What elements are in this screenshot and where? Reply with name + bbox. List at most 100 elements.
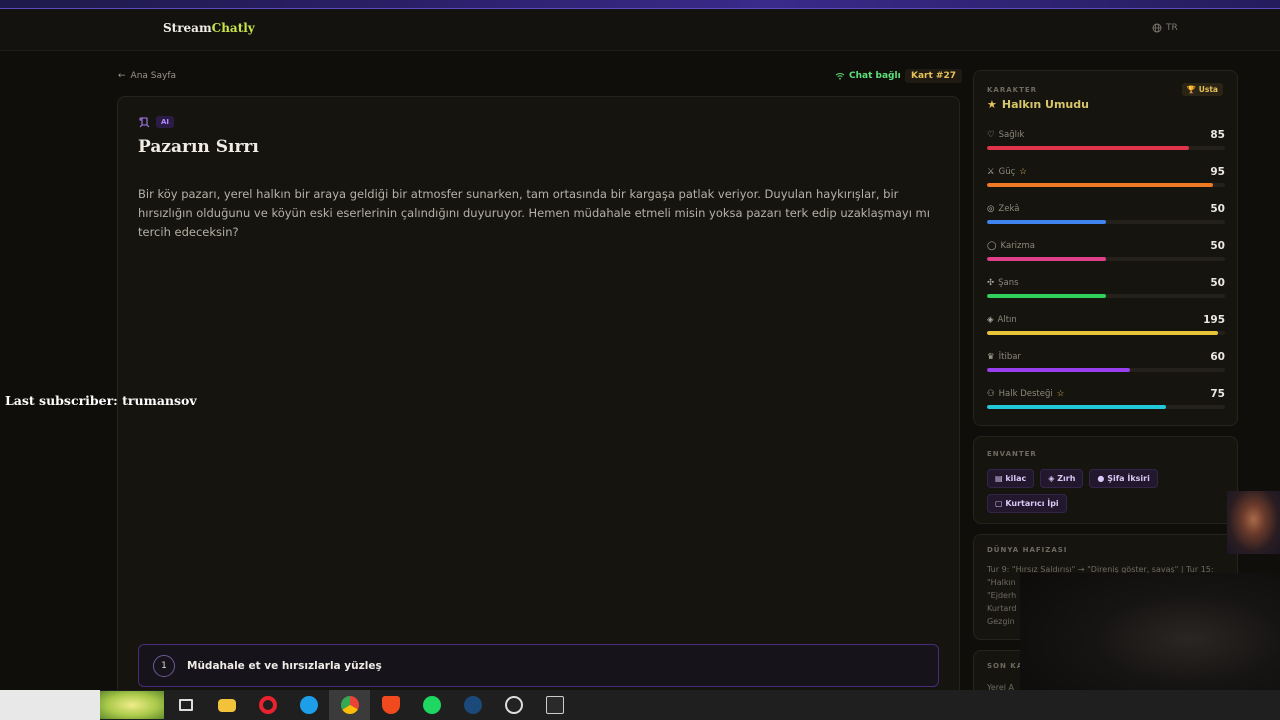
crown-icon: ♛ (987, 352, 995, 362)
chrome-icon[interactable] (329, 690, 370, 720)
brave-icon[interactable] (370, 690, 411, 720)
stat-bar (987, 146, 1225, 150)
ai-tag: AI (156, 116, 175, 128)
stat-bar-fill (987, 183, 1214, 187)
stat-name: ♡ Sağlık (987, 130, 1024, 140)
task-view-icon[interactable] (165, 690, 206, 720)
stat-header: ⚔ Güç ☆ 95 (987, 166, 1225, 178)
scroll-icon (139, 117, 150, 128)
stat-row: ◎ Zekâ 50 (987, 203, 1225, 224)
file-explorer-icon[interactable] (206, 690, 247, 720)
inventory-item[interactable]: ▢ Kurtarıcı İpi (987, 494, 1067, 513)
stat-bar-fill (987, 294, 1106, 298)
stat-value: 85 (1210, 129, 1225, 141)
stat-row: ◈ Altın 195 (987, 314, 1225, 335)
opera-icon[interactable] (247, 690, 288, 720)
star-outline-icon: ☆ (1056, 389, 1065, 399)
stat-bar-fill (987, 331, 1218, 335)
brand-logo[interactable]: StreamChatly (163, 21, 255, 35)
obs-icon[interactable] (493, 690, 534, 720)
stat-header: ✣ Şans 50 (987, 277, 1225, 289)
inventory-item[interactable]: ◈ Zırh (1040, 469, 1084, 488)
stat-bar (987, 294, 1225, 298)
stat-bar (987, 368, 1225, 372)
stat-value: 50 (1210, 240, 1225, 252)
stat-header: ◈ Altın 195 (987, 314, 1225, 326)
stat-row: ✣ Şans 50 (987, 277, 1225, 298)
language-selector[interactable]: TR (1152, 23, 1178, 33)
star-outline-icon: ☆ (1019, 167, 1027, 177)
people-icon: ⚇ (987, 389, 995, 399)
stat-row: ♛ İtibar 60 (987, 351, 1225, 372)
stat-value: 60 (1210, 351, 1225, 363)
stat-name: ⚇ Halk Desteği ☆ (987, 389, 1064, 399)
skype-icon[interactable] (288, 690, 329, 720)
stat-bar (987, 183, 1225, 187)
last-subscriber-overlay: Last subscriber: trumansov (5, 393, 197, 408)
stat-value: 50 (1210, 203, 1225, 215)
trophy-icon: 🏆 (1186, 85, 1197, 94)
inventory-section-title: ENVANTER (987, 450, 1037, 458)
steam-icon[interactable] (452, 690, 493, 720)
taskbar (0, 690, 1280, 720)
item-icon: ▤ (995, 474, 1006, 483)
chat-status-label: Chat bağlı (849, 71, 901, 81)
stat-row: ⚔ Güç ☆ 95 (987, 166, 1225, 187)
back-label: Ana Sayfa (130, 71, 177, 81)
stat-name: ◈ Altın (987, 315, 1017, 325)
character-header: KARAKTER ★ Halkın Umudu (987, 86, 1089, 111)
stat-value: 75 (1210, 388, 1225, 400)
card-number-badge: Kart #27 (905, 69, 962, 83)
story-title: Pazarın Sırrı (138, 137, 259, 157)
sword-icon: ⚔ (987, 167, 995, 177)
stat-bar-fill (987, 405, 1166, 409)
chat-status: Chat bağlı (835, 71, 901, 81)
choice-number: 1 (153, 654, 175, 677)
stat-row: ◯ Karizma 50 (987, 240, 1225, 261)
box-icon: ▢ (995, 499, 1006, 508)
brain-icon: ◎ (987, 204, 995, 214)
stat-header: ♡ Sağlık 85 (987, 129, 1225, 141)
stat-header: ⚇ Halk Desteği ☆ 75 (987, 388, 1225, 400)
stat-row: ⚇ Halk Desteği ☆ 75 (987, 388, 1225, 409)
stat-label: Güç (998, 167, 1016, 177)
stat-bar (987, 331, 1225, 335)
clover-icon: ✣ (987, 278, 995, 288)
pill-icon: ● (1097, 474, 1108, 483)
rank-badge: 🏆 Usta (1181, 83, 1223, 96)
choice-button[interactable]: 1 Müdahale et ve hırsızlarla yüzleş (138, 644, 939, 687)
browser-top-strip (0, 0, 1280, 9)
stat-name: ⚔ Güç ☆ (987, 167, 1027, 177)
language-label: TR (1166, 23, 1178, 33)
inventory-item[interactable]: ● Şifa İksiri (1089, 469, 1158, 488)
stat-bar (987, 257, 1225, 261)
stat-name: ◯ Karizma (987, 241, 1035, 251)
spotify-icon[interactable] (411, 690, 452, 720)
stat-label: Karizma (1000, 241, 1035, 251)
stat-label: Halk Desteği (998, 389, 1053, 399)
stat-header: ◯ Karizma 50 (987, 240, 1225, 252)
inventory-item[interactable]: ▤ kilac (987, 469, 1035, 488)
chat-bubble-icon: ◯ (987, 241, 997, 251)
coin-icon: ◈ (987, 315, 994, 325)
taskbar-search-area[interactable] (0, 690, 100, 720)
stat-label: İtibar (998, 352, 1021, 362)
story-card: AI Pazarın Sırrı Bir köy pazarı, yerel h… (117, 96, 960, 696)
stat-header: ◎ Zekâ 50 (987, 203, 1225, 215)
stat-value: 50 (1210, 277, 1225, 289)
choice-label: Müdahale et ve hırsızlarla yüzleş (187, 659, 382, 672)
stat-label: Zekâ (998, 204, 1020, 214)
stat-row: ♡ Sağlık 85 (987, 129, 1225, 150)
navbar: StreamChatly TR (0, 9, 1280, 51)
stat-bar (987, 220, 1225, 224)
stat-header: ♛ İtibar 60 (987, 351, 1225, 363)
stat-label: Şans (998, 278, 1019, 288)
wifi-icon (835, 73, 845, 80)
shield-icon: ◈ (1048, 474, 1058, 483)
epic-games-icon[interactable] (534, 690, 575, 720)
stat-label: Sağlık (998, 130, 1025, 140)
stat-bar (987, 405, 1225, 409)
back-link[interactable]: ← Ana Sayfa (118, 71, 176, 81)
stat-bar-fill (987, 220, 1106, 224)
taskbar-widget[interactable] (100, 691, 164, 719)
